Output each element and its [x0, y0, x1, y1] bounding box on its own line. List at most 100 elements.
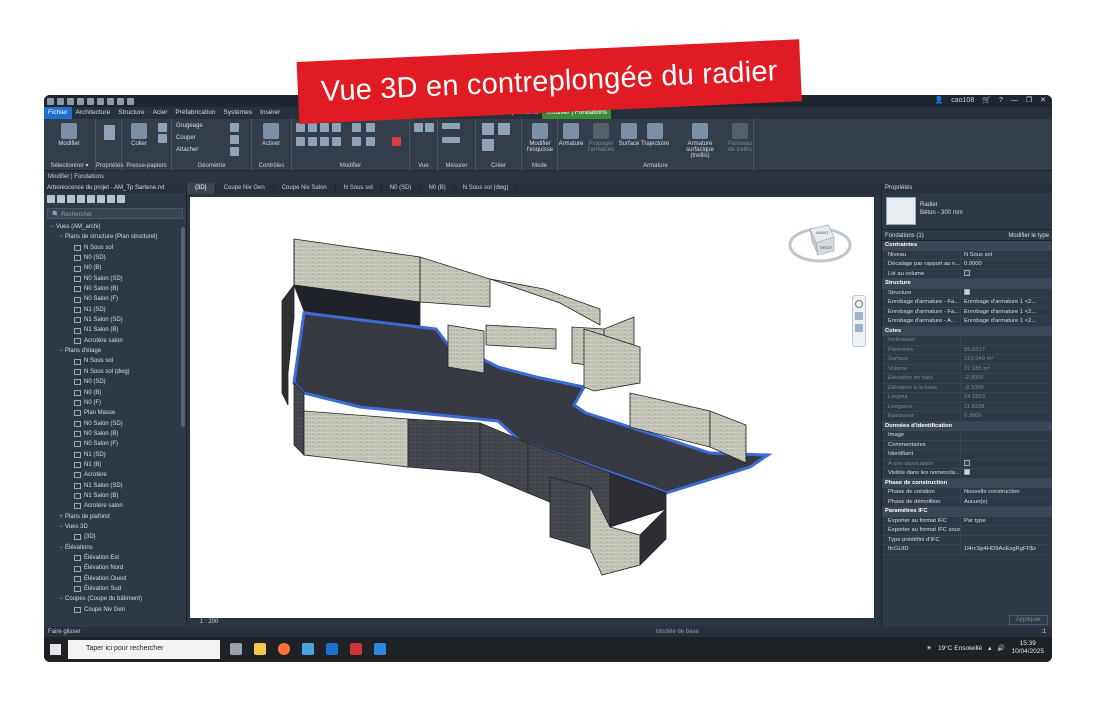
- property-checkbox[interactable]: [964, 288, 970, 295]
- browser-tree-item[interactable]: − Plans de structure (Plan structurel): [44, 232, 186, 242]
- property-value[interactable]: [960, 440, 1052, 449]
- model-wall[interactable]: [549, 476, 591, 550]
- model-selector[interactable]: Modèle de base: [656, 629, 699, 635]
- property-section-header[interactable]: Données d'identification: [882, 421, 1052, 431]
- delete-icon[interactable]: [392, 137, 401, 146]
- browser-tree-item[interactable]: Élévation Sud: [44, 584, 186, 594]
- trim-icon[interactable]: [332, 137, 341, 146]
- browser-tool-icon[interactable]: [77, 195, 85, 203]
- browser-tool-icon[interactable]: [67, 195, 75, 203]
- browser-tree-item[interactable]: Acrotère: [44, 470, 186, 480]
- property-value[interactable]: Par type: [960, 516, 1052, 525]
- browser-tree-item[interactable]: N0 Salon (SD): [44, 274, 186, 284]
- browser-tree-item[interactable]: N1 Salon (B): [44, 325, 186, 335]
- property-value[interactable]: [960, 288, 1052, 297]
- property-section-header[interactable]: Structure: [882, 279, 1052, 289]
- expand-toggle-icon[interactable]: −: [57, 543, 65, 553]
- model-wall[interactable]: [489, 278, 601, 326]
- browser-tree-item[interactable]: N0 (SD): [44, 377, 186, 387]
- measure-tool-icon[interactable]: [442, 123, 460, 129]
- firefox-icon[interactable]: [278, 643, 290, 655]
- offset-icon[interactable]: [308, 123, 317, 132]
- model-wall[interactable]: [293, 382, 305, 456]
- browser-tree-item[interactable]: − Vues 3D: [44, 522, 186, 532]
- split-icon[interactable]: [352, 123, 361, 132]
- property-value[interactable]: Nouvelle construction: [960, 488, 1052, 497]
- activate-button[interactable]: Activer: [256, 123, 286, 147]
- attach-button[interactable]: Attacher: [176, 147, 222, 153]
- cut-icon[interactable]: [158, 123, 167, 132]
- tab-prefabrication[interactable]: Préfabrication: [171, 107, 219, 119]
- help-icon[interactable]: ?: [999, 97, 1003, 104]
- model-wall[interactable]: [303, 410, 409, 468]
- home-icon[interactable]: [47, 97, 54, 105]
- browser-tree-item[interactable]: − Vues (AM_archi): [44, 222, 186, 232]
- edit-sketch-button[interactable]: Modifier l'esquisse: [524, 123, 556, 153]
- property-value[interactable]: N Sous sol: [960, 250, 1052, 259]
- browser-tree-item[interactable]: − Coupes (Coupe du bâtiment): [44, 594, 186, 604]
- redo-icon[interactable]: [87, 97, 94, 105]
- property-value[interactable]: 1l4rcSp4HD9AoEsgRgFF$z: [960, 545, 1052, 554]
- view-tab-coupe-niv-gen[interactable]: Coupe Niv Gen: [216, 183, 274, 194]
- browser-tree-item[interactable]: N0 Salon (F): [44, 439, 186, 449]
- property-checkbox[interactable]: [964, 459, 970, 466]
- browser-tool-icon[interactable]: [87, 195, 95, 203]
- browser-tree-item[interactable]: N0 (F): [44, 398, 186, 408]
- browser-tree-item[interactable]: N1 Salon (B): [44, 491, 186, 501]
- paint-icon[interactable]: [230, 147, 239, 156]
- browser-tree-item[interactable]: − Plans d'étage: [44, 346, 186, 356]
- browser-tree-item[interactable]: Plan Masse: [44, 408, 186, 418]
- viewcube-graphic[interactable]: [788, 221, 852, 265]
- print-icon[interactable]: [97, 97, 104, 105]
- property-checkbox[interactable]: [964, 469, 970, 476]
- tab-acier[interactable]: Acier: [149, 107, 172, 119]
- array-icon[interactable]: [352, 137, 361, 146]
- model-wall[interactable]: [407, 418, 481, 474]
- weather-text[interactable]: 19°C Ensoleillé: [938, 645, 982, 652]
- browser-tree-item[interactable]: − Élévations: [44, 543, 186, 553]
- create-parts-icon[interactable]: [498, 123, 510, 135]
- armature-button[interactable]: Armature: [558, 123, 584, 147]
- acrobat-icon[interactable]: [350, 643, 362, 655]
- mirror-axis-icon[interactable]: [320, 123, 329, 132]
- volume-icon[interactable]: 🔊: [997, 644, 1005, 652]
- 3d-view-icon[interactable]: [127, 97, 134, 105]
- model-wall[interactable]: [447, 324, 485, 374]
- join-icon[interactable]: [230, 123, 239, 132]
- zoom-icon[interactable]: [855, 312, 863, 320]
- browser-tree-item[interactable]: Coupe Niv Gen: [44, 605, 186, 615]
- tab-structure[interactable]: Structure: [114, 107, 148, 119]
- browser-tree-item[interactable]: N0 Salon (SD): [44, 419, 186, 429]
- view-tab-n0-b[interactable]: N0 (B): [420, 183, 455, 194]
- property-section-header[interactable]: Cotes: [882, 326, 1052, 336]
- property-value[interactable]: Enrobage d'armature 1 <2...: [960, 317, 1052, 326]
- tab-architecture[interactable]: Architecture: [72, 107, 115, 119]
- view-scale[interactable]: 1 : 200: [200, 619, 218, 625]
- panel-label-select[interactable]: Sélectionner ▾: [44, 162, 95, 169]
- apply-button[interactable]: Appliquer: [1008, 615, 1048, 625]
- create-similar-icon[interactable]: [482, 123, 494, 135]
- cut-geometry-button[interactable]: Couper: [176, 135, 222, 141]
- browser-tree-item[interactable]: Acrotère salon: [44, 501, 186, 511]
- app-icon[interactable]: [302, 643, 314, 655]
- browser-tree-item[interactable]: + Plans de plafond: [44, 512, 186, 522]
- browser-tree-item[interactable]: {3D}: [44, 532, 186, 542]
- taskbar-search-input[interactable]: Taper ici pour rechercher: [68, 640, 220, 659]
- viewcube[interactable]: AVANT DROIT: [788, 221, 852, 265]
- revit-icon[interactable]: [326, 643, 338, 655]
- browser-tree-item[interactable]: N1 (SD): [44, 305, 186, 315]
- property-value[interactable]: Enrobage d'armature 1 <2...: [960, 298, 1052, 307]
- gruge-button[interactable]: Grugeage: [176, 123, 222, 129]
- browser-tool-icon[interactable]: [57, 195, 65, 203]
- browser-tree-item[interactable]: Élévation Est: [44, 553, 186, 563]
- expand-toggle-icon[interactable]: −: [57, 232, 65, 242]
- windows-start-icon[interactable]: [50, 644, 61, 655]
- tab-systemes[interactable]: Systèmes: [220, 107, 257, 119]
- hide-icon[interactable]: [414, 123, 423, 132]
- navigation-bar[interactable]: [852, 295, 866, 347]
- save-icon[interactable]: [67, 97, 74, 105]
- expand-toggle-icon[interactable]: −: [48, 222, 56, 232]
- pan-icon[interactable]: [855, 324, 863, 332]
- browser-tree-item[interactable]: N0 Salon (F): [44, 294, 186, 304]
- building-model[interactable]: [190, 197, 874, 618]
